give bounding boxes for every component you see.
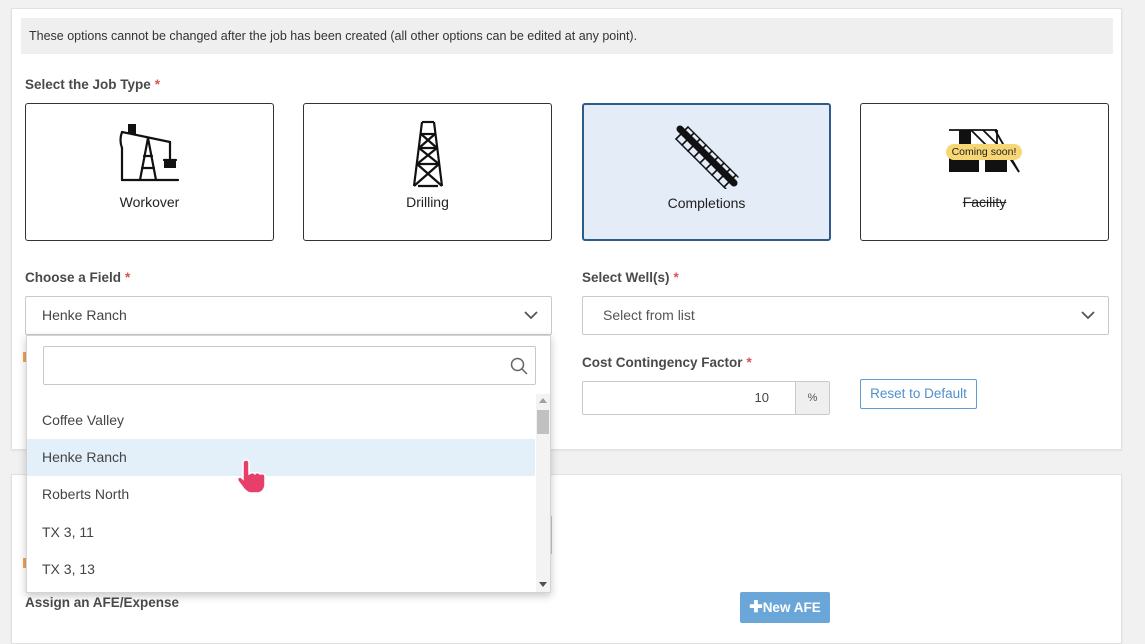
- hand-pointer-cursor-icon: [236, 459, 266, 494]
- job-type-drilling[interactable]: Drilling: [303, 103, 552, 241]
- field-option[interactable]: TX 3, 11: [27, 514, 535, 551]
- job-type-label-text: Select the Job Type: [25, 77, 151, 92]
- drilling-rig-icon: [304, 120, 551, 188]
- scroll-up-arrow[interactable]: [539, 398, 547, 403]
- search-icon: [510, 357, 528, 375]
- required-mark: *: [673, 270, 679, 285]
- field-select[interactable]: Henke Ranch: [25, 296, 552, 335]
- chevron-down-icon: [524, 311, 538, 320]
- dropdown-scrollbar[interactable]: [536, 394, 550, 592]
- contingency-input[interactable]: 10: [583, 382, 795, 414]
- field-option[interactable]: TX 3, 13: [27, 551, 535, 588]
- percent-addon: %: [795, 382, 829, 414]
- field-option[interactable]: Henke Ranch: [27, 439, 535, 476]
- contingency-label: Cost Contingency Factor *: [582, 355, 752, 370]
- plus-icon: ✚: [749, 599, 763, 616]
- completions-icon: [584, 123, 829, 189]
- required-mark: *: [125, 270, 131, 285]
- contingency-label-text: Cost Contingency Factor: [582, 355, 743, 370]
- wells-label-text: Select Well(s): [582, 270, 670, 285]
- wells-select-placeholder: Select from list: [603, 307, 695, 323]
- field-label-text: Choose a Field: [25, 270, 122, 285]
- field-search-input[interactable]: [43, 346, 536, 385]
- scroll-thumb[interactable]: [537, 410, 549, 434]
- job-type-workover[interactable]: Workover: [25, 103, 274, 241]
- field-option[interactable]: Coffee Valley: [27, 402, 535, 439]
- field-option[interactable]: Roberts North: [27, 476, 535, 513]
- field-select-value: Henke Ranch: [42, 307, 127, 323]
- contingency-input-group: 10 %: [582, 381, 830, 415]
- reset-to-default-button[interactable]: Reset to Default: [860, 379, 977, 409]
- required-mark: *: [746, 355, 752, 370]
- field-dropdown: Coffee Valley Henke Ranch Roberts North …: [26, 335, 551, 593]
- field-label: Choose a Field *: [25, 270, 130, 285]
- scroll-down-arrow[interactable]: [539, 582, 547, 587]
- job-type-name: Workover: [119, 194, 180, 210]
- job-type-name: Completions: [667, 195, 746, 211]
- chevron-down-icon: [1081, 311, 1095, 320]
- new-afe-button[interactable]: ✚New AFE: [740, 592, 830, 623]
- new-afe-label: New AFE: [762, 600, 821, 615]
- job-type-name: Drilling: [406, 194, 449, 210]
- field-options-list: Coffee Valley Henke Ranch Roberts North …: [27, 402, 535, 592]
- job-type-facility[interactable]: Facility: [860, 103, 1109, 241]
- wells-select[interactable]: Select from list: [582, 296, 1109, 335]
- coming-soon-badge: Coming soon!: [946, 144, 1022, 160]
- job-type-completions[interactable]: Completions: [582, 103, 831, 241]
- wells-label: Select Well(s) *: [582, 270, 679, 285]
- job-type-name: Facility: [962, 194, 1007, 210]
- afe-label: Assign an AFE/Expense: [25, 595, 180, 610]
- immutable-options-notice: These options cannot be changed after th…: [21, 18, 1113, 54]
- pumpjack-icon: [26, 120, 273, 186]
- required-mark: *: [154, 77, 161, 92]
- job-type-label: Select the Job Type *: [25, 77, 160, 92]
